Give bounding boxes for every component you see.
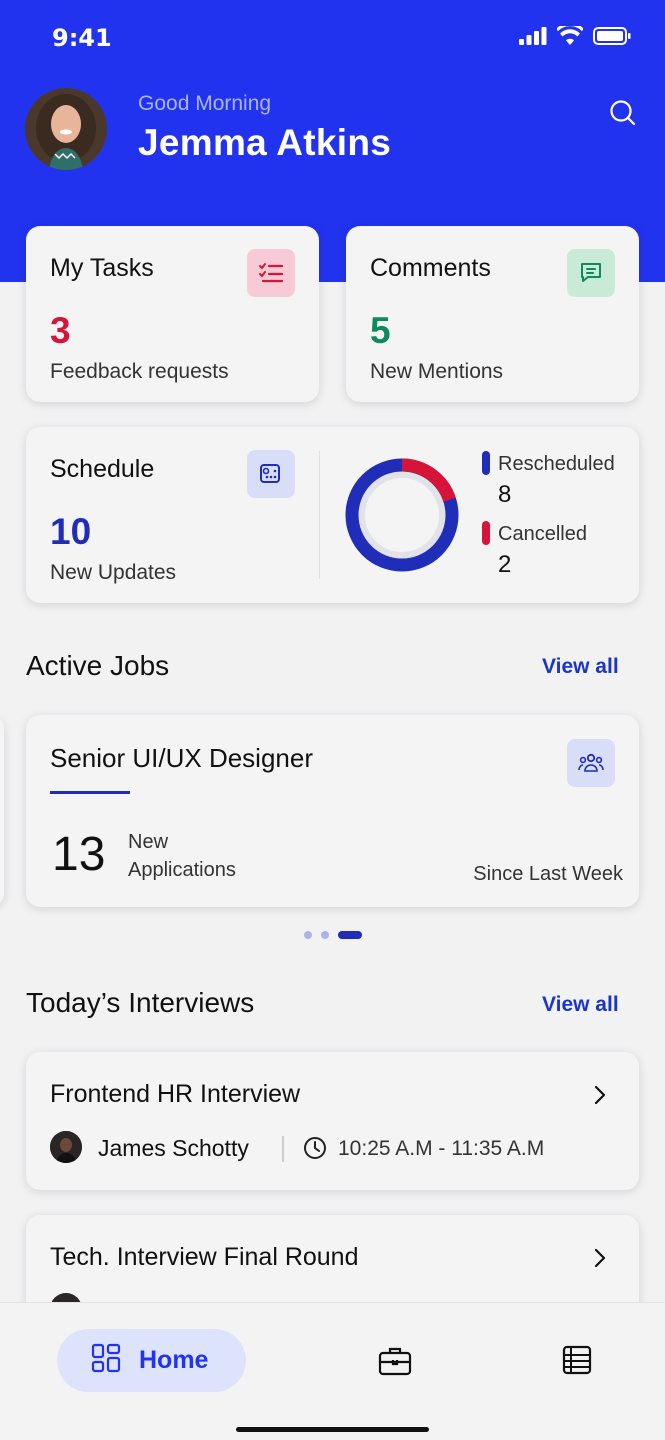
comments-count: 5: [370, 310, 391, 351]
team-icon: [567, 739, 615, 787]
prev-job-card-peek[interactable]: [0, 716, 4, 906]
card-divider: [319, 451, 320, 579]
applications-label-line1: New: [128, 831, 169, 853]
comments-card[interactable]: Comments 5 New Mentions: [346, 226, 639, 402]
schedule-count: 10: [50, 511, 92, 552]
battery-icon: [593, 26, 631, 50]
interviewee-avatar: [50, 1131, 82, 1163]
checklist-icon: [247, 249, 295, 297]
tasks-subtitle: Feedback requests: [50, 360, 229, 383]
user-avatar[interactable]: [25, 88, 107, 170]
legend-swatch-rescheduled: [482, 451, 490, 475]
status-time: 9:41: [52, 24, 112, 52]
clock-icon: [302, 1135, 328, 1166]
chevron-right-icon[interactable]: [593, 1247, 607, 1274]
pager-dot-active[interactable]: [338, 931, 362, 939]
applications-count: 13: [52, 828, 106, 881]
legend-label-cancelled: Cancelled: [498, 523, 587, 545]
greeting-text: Good Morning: [138, 92, 272, 115]
calendar-clock-icon: [247, 450, 295, 498]
chevron-right-icon[interactable]: [593, 1084, 607, 1111]
pager-dot[interactable]: [321, 931, 329, 939]
signal-icon: [519, 26, 547, 50]
comments-subtitle: New Mentions: [370, 360, 504, 383]
applications-label-line2: Applications: [128, 859, 236, 881]
meta-divider: [282, 1136, 284, 1162]
card-title: My Tasks: [50, 254, 154, 282]
home-indicator: [236, 1427, 429, 1432]
chat-icon: [567, 249, 615, 297]
bottom-tab-bar: Home: [0, 1302, 665, 1440]
tab-home[interactable]: Home: [57, 1329, 246, 1392]
interview-card[interactable]: Frontend HR Interview James Schotty 10:2…: [26, 1052, 639, 1190]
schedule-card[interactable]: Schedule 10 New Updates Rescheduled 8 Ca…: [26, 427, 639, 603]
active-jobs-view-all-link[interactable]: View all: [542, 655, 619, 679]
schedule-donut-chart: [345, 458, 459, 572]
interviews-view-all-link[interactable]: View all: [542, 993, 619, 1017]
status-bar: 9:41: [0, 22, 665, 52]
job-title-underline: [50, 791, 130, 794]
dashboard-icon: [91, 1343, 121, 1378]
interviews-heading: Today’s Interviews: [26, 987, 255, 1018]
my-tasks-card[interactable]: My Tasks 3 Feedback requests: [26, 226, 319, 402]
interview-time: 10:25 A.M - 11:35 A.M: [338, 1137, 545, 1160]
tasks-count: 3: [50, 310, 71, 351]
user-name: Jemma Atkins: [138, 122, 392, 163]
job-card[interactable]: Senior UI/UX Designer 13 New Application…: [26, 715, 639, 907]
interview-title: Frontend HR Interview: [50, 1080, 301, 1108]
card-title: Comments: [370, 254, 491, 282]
job-carousel-pager[interactable]: [304, 931, 362, 939]
pager-dot[interactable]: [304, 931, 312, 939]
tab-home-label: Home: [139, 1346, 209, 1374]
job-title: Senior UI/UX Designer: [50, 743, 313, 773]
interview-title: Tech. Interview Final Round: [50, 1243, 359, 1271]
interviewee-name: James Schotty: [98, 1135, 249, 1161]
briefcase-icon[interactable]: [378, 1345, 412, 1382]
active-jobs-heading: Active Jobs: [26, 650, 170, 681]
applications-period: Since Last Week: [473, 863, 623, 885]
schedule-subtitle: New Updates: [50, 561, 177, 584]
card-title: Schedule: [50, 455, 155, 483]
wifi-icon: [555, 23, 585, 50]
legend-value-rescheduled: 8: [498, 481, 512, 508]
search-icon[interactable]: [606, 96, 640, 130]
legend-label-rescheduled: Rescheduled: [498, 453, 615, 475]
legend-value-cancelled: 2: [498, 551, 512, 578]
list-icon[interactable]: [562, 1345, 592, 1380]
legend-swatch-cancelled: [482, 521, 490, 545]
